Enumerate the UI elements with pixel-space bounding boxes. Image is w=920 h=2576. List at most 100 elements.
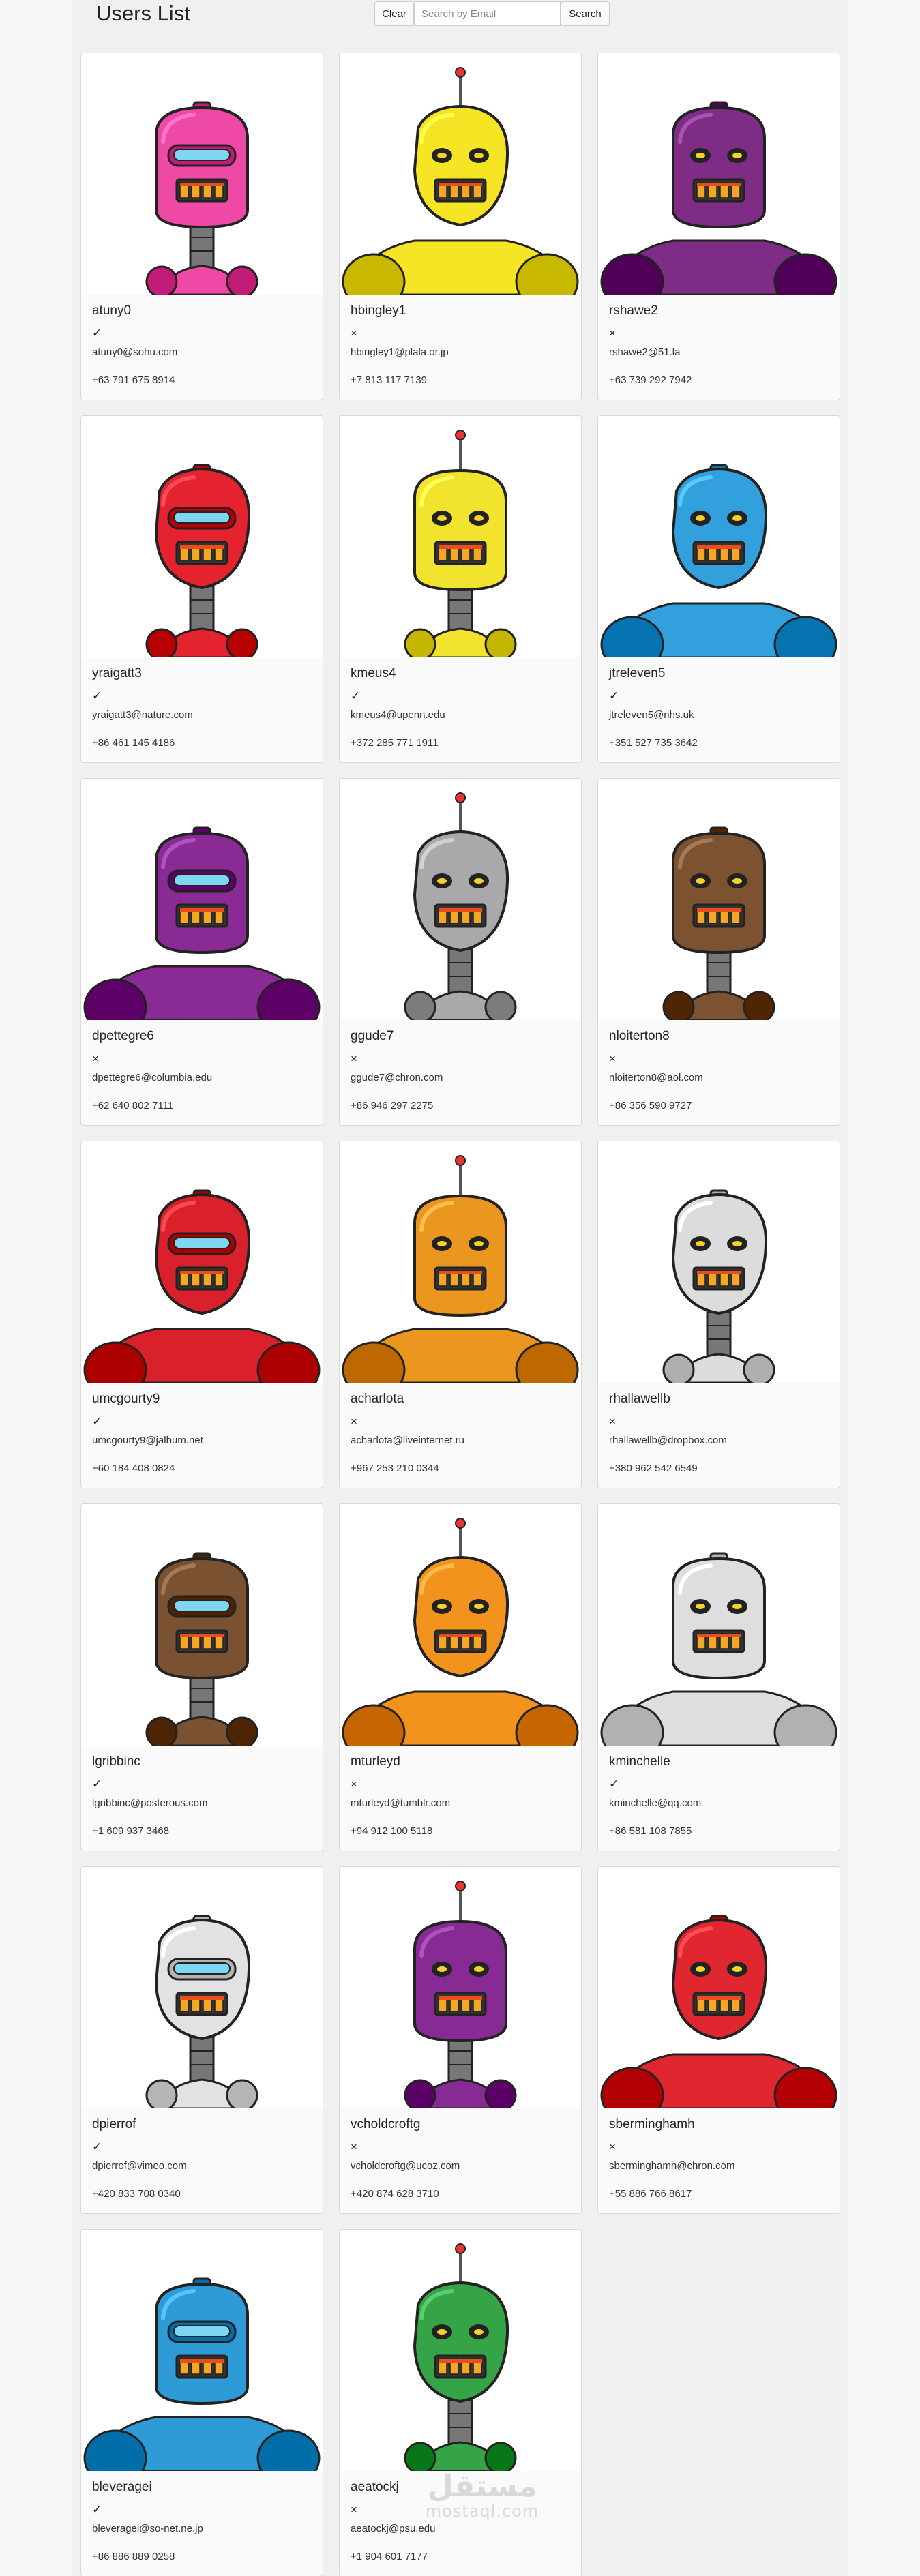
robot-avatar-icon	[83, 826, 321, 1036]
robot-avatar-icon	[404, 430, 517, 661]
check-icon: ✓	[92, 1778, 102, 1791]
check-icon: ✓	[92, 2140, 102, 2153]
cross-icon: ×	[609, 327, 616, 340]
robot-avatar-icon	[83, 1189, 321, 1398]
cross-icon: ×	[92, 1052, 99, 1065]
user-username: yraigatt3	[92, 666, 142, 680]
robot-avatar-icon	[600, 1915, 837, 2124]
user-phone: +372 285 771 1911	[351, 737, 439, 749]
user-avatar	[81, 416, 323, 661]
check-icon: ✓	[92, 2503, 102, 2516]
user-avatar	[598, 416, 840, 673]
user-username: kminchelle	[609, 1754, 670, 1769]
check-icon: ✓	[92, 327, 102, 340]
robot-avatar-icon	[600, 101, 837, 310]
user-avatar	[340, 1504, 581, 1761]
user-avatar	[81, 1867, 323, 2112]
user-card: mturleyd × mturleyd@tumblr.com +94 912 100 …	[339, 1503, 582, 1851]
robot-avatar-icon	[342, 1518, 579, 1761]
user-phone: +62 640 802 7111	[92, 1100, 174, 1111]
user-email: kmeus4@upenn.edu	[351, 709, 445, 721]
user-email: kminchelle@qq.com	[609, 1797, 702, 1809]
user-card: ggude7 × ggude7@chron.com +86 946 297 2275	[339, 778, 582, 1126]
user-username: hbingley1	[351, 303, 406, 318]
robot-avatar-icon	[404, 792, 517, 1023]
user-email: dpierrof@vimeo.com	[92, 2160, 187, 2172]
user-username: rshawe2	[609, 303, 658, 318]
check-icon: ✓	[609, 1778, 619, 1791]
user-email: umcgourty9@jalbum.net	[92, 1435, 203, 1446]
user-phone: +94 912 100 5118	[351, 1825, 433, 1837]
user-email: jtreleven5@nhs.uk	[609, 709, 694, 721]
user-email: aeatockj@psu.edu	[351, 2523, 436, 2534]
user-username: atuny0	[92, 303, 132, 318]
clear-button[interactable]: Clear	[374, 1, 414, 26]
user-email: lgribbinc@posterous.com	[92, 1797, 208, 1809]
cross-icon: ×	[609, 1415, 616, 1428]
user-email: rshawe2@51.la	[609, 346, 681, 358]
user-username: aeatockj	[351, 2480, 399, 2494]
user-card: rshawe2 × rshawe2@51.la +63 739 292 7942	[597, 53, 840, 400]
user-username: bleveragei	[92, 2480, 152, 2494]
user-phone: +7 813 117 7139	[351, 374, 427, 386]
user-phone: +86 886 889 0258	[92, 2551, 175, 2562]
search-email-input[interactable]	[414, 1, 561, 26]
user-avatar	[81, 53, 323, 298]
search-button[interactable]: Search	[561, 1, 610, 26]
check-icon: ✓	[351, 689, 361, 702]
user-username: umcgourty9	[92, 1392, 160, 1406]
user-username: lgribbinc	[92, 1754, 140, 1769]
robot-avatar-icon	[342, 1155, 579, 1398]
robot-avatar-icon	[145, 101, 258, 298]
user-card: bleveragei ✓ bleveragei@so-net.ne.jp +86 88…	[80, 2229, 323, 2576]
user-phone: +55 886 766 8617	[609, 2188, 692, 2200]
user-phone: +86 461 145 4186	[92, 737, 175, 749]
user-card: lgribbinc ✓ lgribbinc@posterous.com +1 609 …	[80, 1503, 323, 1851]
user-email: bleveragei@so-net.ne.jp	[92, 2523, 203, 2534]
user-card: aeatockj × aeatockj@psu.edu +1 904 601 7177	[339, 2229, 582, 2576]
user-avatar	[340, 1867, 581, 2112]
user-phone: +380 962 542 6549	[609, 1463, 698, 1474]
robot-avatar-icon	[145, 1552, 258, 1749]
cross-icon: ×	[351, 327, 357, 340]
user-username: vcholdcroftg	[351, 2117, 421, 2131]
user-username: dpettegre6	[92, 1029, 154, 1043]
user-username: acharlota	[351, 1392, 404, 1406]
user-card: umcgourty9 ✓ umcgourty9@jalbum.net +60 184 …	[80, 1141, 323, 1488]
user-avatar	[598, 1504, 840, 1761]
robot-avatar-icon	[145, 464, 258, 661]
user-email: hbingley1@plala.or.jp	[351, 346, 449, 358]
robot-avatar-icon	[662, 1189, 775, 1386]
user-avatar	[340, 53, 581, 310]
page-title: Users List	[96, 1, 190, 25]
user-email: vcholdcroftg@ucoz.com	[351, 2160, 460, 2172]
user-email: atuny0@sohu.com	[92, 346, 178, 358]
user-card: dpierrof ✓ dpierrof@vimeo.com +420 833 708 …	[80, 1866, 323, 2214]
user-phone: +351 527 735 3642	[609, 737, 698, 749]
header-bar: Users List Clear Search	[72, 0, 848, 29]
user-avatar	[340, 416, 581, 661]
cross-icon: ×	[351, 2503, 357, 2516]
check-icon: ✓	[609, 689, 619, 702]
robot-avatar-icon	[83, 2277, 321, 2487]
watermark-url: mostaql.com	[425, 2502, 539, 2521]
user-avatar	[340, 2230, 581, 2474]
user-email: dpettegre6@columbia.edu	[92, 1072, 213, 1083]
cross-icon: ×	[609, 1052, 616, 1065]
user-phone: +1 904 601 7177	[351, 2551, 428, 2562]
user-phone: +967 253 210 0344	[351, 1463, 439, 1474]
user-card: sberminghamh × sberminghamh@chron.com +55 8…	[597, 1866, 840, 2214]
user-avatar	[81, 1504, 323, 1749]
user-email: nloiterton8@aol.com	[609, 1072, 703, 1083]
user-email: yraigatt3@nature.com	[92, 709, 193, 721]
user-avatar	[598, 1141, 840, 1386]
user-avatar	[598, 53, 840, 310]
user-card: kmeus4 ✓ kmeus4@upenn.edu +372 285 771 1911	[339, 415, 582, 763]
user-username: ggude7	[351, 1029, 394, 1043]
user-card: jtreleven5 ✓ jtreleven5@nhs.uk +351 527 735…	[597, 415, 840, 763]
user-card: hbingley1 × hbingley1@plala.or.jp +7 813 11…	[339, 53, 582, 400]
user-card: acharlota × acharlota@liveinternet.ru +967 …	[339, 1141, 582, 1488]
watermark-logo-text: مستقل	[427, 2469, 537, 2504]
cross-icon: ×	[351, 1778, 357, 1791]
cross-icon: ×	[351, 2140, 357, 2153]
